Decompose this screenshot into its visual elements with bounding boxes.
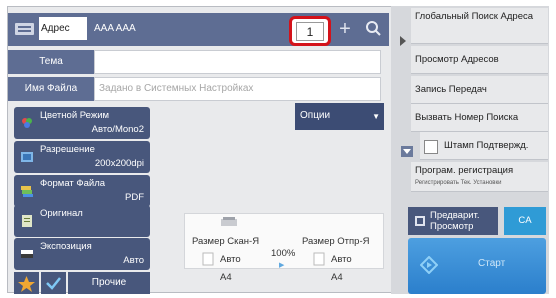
chevron-down-icon: [403, 149, 411, 154]
verification-stamp-item[interactable]: Штамп Подтвержд.: [420, 132, 548, 160]
resolution-icon: [21, 152, 33, 162]
favorite-button[interactable]: [14, 272, 39, 294]
original-button[interactable]: Оригинал: [14, 205, 150, 237]
send-paper: A4: [331, 272, 343, 283]
collapse-panel-icon[interactable]: [398, 34, 408, 48]
scanner-icon: [221, 217, 237, 226]
scan-size-value: Авто: [220, 254, 241, 265]
filename-field[interactable]: Задано в Системных Настройках: [94, 77, 381, 101]
send-size-value: Авто: [331, 254, 352, 265]
exposure-title: Экспозиция: [40, 241, 92, 252]
program-registration-label: Програм. регистрация: [415, 165, 514, 176]
address-review-item[interactable]: Просмотр Адресов: [411, 46, 548, 74]
page-icon: [313, 252, 325, 266]
exposure-button[interactable]: Экспозиция Авто: [14, 238, 150, 270]
color-mode-button[interactable]: Цветной Режим Авто/Mono2: [14, 107, 150, 139]
send-size-label: Размер Отпр-Я: [302, 236, 370, 247]
address-book-button[interactable]: [12, 18, 37, 40]
checkmark-icon: [46, 277, 61, 290]
scroll-down-button[interactable]: [401, 146, 413, 157]
arrow-right-icon: ▶: [279, 262, 285, 269]
file-format-button[interactable]: Формат Файла PDF: [14, 175, 150, 207]
options-button[interactable]: Опции ▼: [295, 103, 384, 130]
keyboard-icon: [15, 23, 34, 35]
file-format-icon: [21, 186, 33, 197]
scan-size-label: Размер Скан-Я: [192, 236, 260, 247]
color-mode-value: Авто/Mono2: [91, 124, 144, 135]
color-mode-title: Цветной Режим: [40, 110, 110, 121]
triangle-down-icon: ▼: [372, 112, 380, 121]
destination-count[interactable]: 1: [296, 22, 324, 41]
global-address-search-item[interactable]: Глобальный Поиск Адреса: [411, 8, 548, 44]
address-label: Адрес: [39, 17, 87, 40]
preview-button[interactable]: Предварит. Просмотр: [408, 207, 498, 235]
file-format-value: PDF: [125, 192, 144, 203]
star-icon: [18, 276, 35, 292]
subject-label: Тема: [8, 50, 94, 74]
filename-row: Имя Файла Задано в Системных Настройках: [8, 77, 381, 101]
resolution-button[interactable]: Разрешение 200x200dpi: [14, 141, 150, 173]
transaction-record-item[interactable]: Запись Передач: [411, 76, 548, 104]
resolution-title: Разрешение: [40, 144, 95, 155]
original-title: Оригинал: [40, 208, 83, 219]
start-label: Старт: [478, 258, 506, 269]
original-icon: [22, 215, 32, 227]
subject-field[interactable]: [94, 50, 381, 74]
exposure-icon: [21, 250, 33, 258]
search-icon: [366, 21, 381, 36]
scan-paper: A4: [220, 272, 232, 283]
add-address-button[interactable]: +: [333, 18, 357, 42]
filename-label: Имя Файла: [8, 77, 94, 101]
check-button[interactable]: [41, 272, 66, 294]
page-icon: [202, 252, 214, 266]
verification-stamp-checkbox[interactable]: [424, 140, 438, 154]
other-button[interactable]: Прочие: [68, 272, 150, 294]
preview-label: Предварит. Просмотр: [430, 210, 480, 232]
destination-count-highlight: 1: [289, 16, 331, 46]
start-icon: [420, 256, 438, 274]
program-registration-sub: Регистрировать Тек. Установки: [415, 180, 502, 186]
recall-search-number-item[interactable]: Вызвать Номер Поиска: [411, 104, 548, 132]
clear-all-button[interactable]: CA: [504, 207, 546, 235]
preview-icon: [415, 216, 425, 226]
color-mode-icon: [22, 118, 32, 128]
program-registration-item[interactable]: Програм. регистрация Регистрировать Тек.…: [411, 162, 548, 192]
resolution-value: 200x200dpi: [94, 158, 144, 169]
ratio-value: 100%: [271, 248, 296, 259]
search-address-button[interactable]: [361, 17, 385, 41]
options-label: Опции: [300, 110, 331, 121]
file-format-title: Формат Файла: [40, 178, 106, 189]
plus-icon: +: [339, 18, 351, 40]
address-value[interactable]: AAA AAA: [94, 23, 136, 34]
subject-row: Тема: [8, 50, 381, 74]
start-button[interactable]: Старт: [408, 238, 546, 294]
exposure-value: Авто: [123, 255, 144, 266]
